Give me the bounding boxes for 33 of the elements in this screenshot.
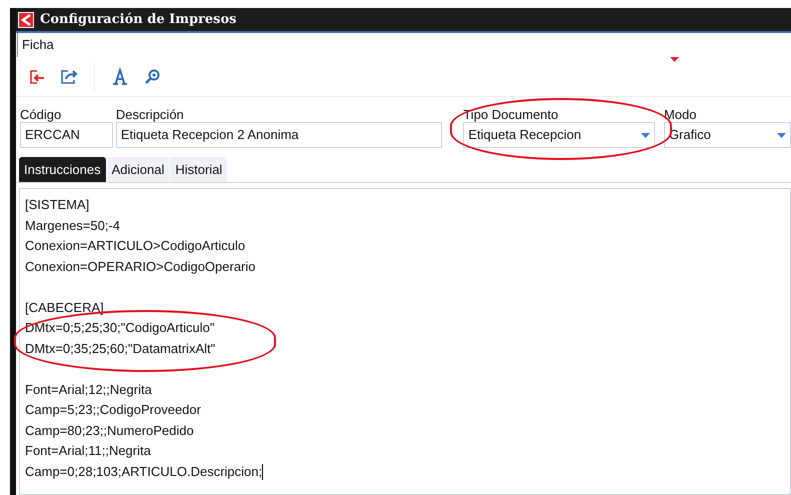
- dropdown-field[interactable]: Etiqueta Recepcion: [463, 122, 655, 148]
- input-field[interactable]: ERCCAN: [20, 122, 113, 148]
- search-icon[interactable]: [143, 68, 161, 86]
- input-field[interactable]: Etiqueta Recepcion 2 Anonima: [116, 122, 442, 148]
- app-logo-icon: [18, 12, 34, 28]
- code-line: [SISTEMA]: [25, 196, 90, 214]
- menu-item[interactable]: Ficha: [22, 35, 54, 55]
- code-line: Camp=80;23;;NumeroPedido: [25, 422, 194, 440]
- code-line: Font=Arial;11;;Negrita: [25, 442, 151, 460]
- tab[interactable]: Adicional: [106, 157, 170, 182]
- code-line: DMtx=0;5;25;30;"CodigoArticulo": [25, 319, 215, 337]
- code-line: Conexion=OPERARIO>CodigoOperario: [25, 258, 256, 276]
- tab[interactable]: Historial: [170, 157, 228, 182]
- code-line: [CABECERA]: [25, 298, 104, 317]
- field-label: Descripción: [116, 107, 185, 122]
- code-line: Camp=5;23;;CodigoProveedor: [25, 401, 201, 419]
- instructions-editor[interactable]: [19, 188, 791, 495]
- tab[interactable]: Instrucciones: [19, 157, 106, 182]
- code-line: DMtx=0;35;25;60;"DatamatrixAlt": [25, 340, 216, 358]
- export-arrow-icon[interactable]: [60, 68, 78, 86]
- code-line: Camp=0;28;103;ARTICULO.Descripcion;: [25, 462, 262, 481]
- exit-arrow-icon[interactable]: [28, 68, 46, 86]
- code-line: Margenes=50;-4: [25, 216, 120, 235]
- dropdown-caret-icon: [640, 132, 650, 138]
- dropdown-caret-icon: [777, 132, 786, 138]
- font-icon[interactable]: [111, 68, 129, 86]
- window-title: Configuración de Impresos: [40, 10, 236, 29]
- field-label: Modo: [664, 107, 698, 122]
- dropdown-triangle-icon[interactable]: [670, 57, 679, 62]
- code-line: Conexion=ARTICULO>CodigoArticulo: [25, 237, 246, 255]
- field-label: Código: [20, 107, 62, 122]
- text-cursor: [262, 464, 264, 480]
- code-line: Font=Arial;12;;Negrita: [25, 380, 152, 399]
